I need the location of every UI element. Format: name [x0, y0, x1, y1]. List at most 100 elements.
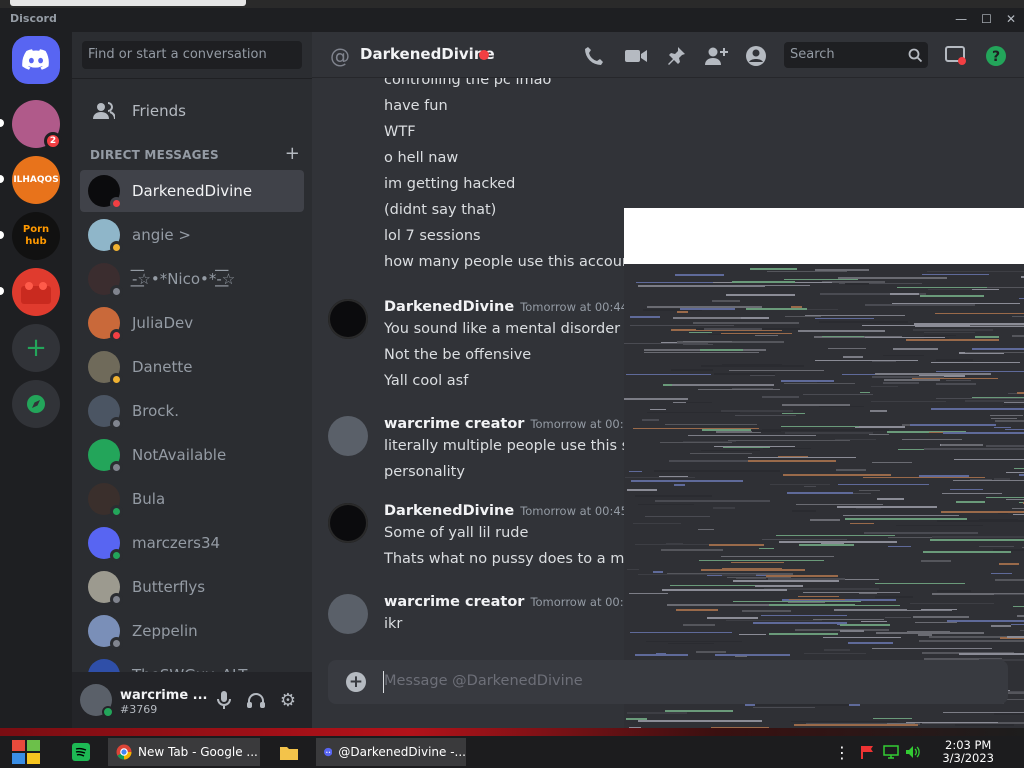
message-avatar[interactable] — [328, 299, 368, 339]
dm-item[interactable]: Butterflys — [80, 566, 304, 608]
dm-item[interactable]: Zeppelin — [80, 610, 304, 652]
status-offline-icon — [110, 637, 123, 650]
spotify-taskbar-icon[interactable] — [66, 738, 96, 766]
pinned-messages-icon[interactable] — [664, 44, 688, 68]
more-icon[interactable]: ⋮ — [834, 738, 850, 766]
dm-avatar — [88, 439, 123, 474]
author-name: warcrime creator — [384, 416, 525, 432]
dnd-status-icon — [479, 50, 489, 60]
server-icon-2[interactable]: ILHAQOS — [12, 156, 60, 204]
header-search-input[interactable]: Search — [784, 42, 928, 68]
status-offline-icon — [110, 461, 123, 474]
add-friends-icon[interactable] — [704, 44, 728, 68]
dm-name: Danette — [132, 358, 193, 376]
dm-name: -͟͟͞͞☆•*Nico•*-͟͟͞͞☆ — [132, 270, 236, 288]
dm-item[interactable]: DarkenedDivine — [80, 170, 304, 212]
message-avatar[interactable] — [328, 416, 368, 456]
message-timestamp: Tomorrow at 00:45 — [530, 595, 639, 609]
dm-name: marczers34 — [132, 534, 221, 552]
dm-name: Butterflys — [132, 578, 206, 596]
svg-text:?: ? — [992, 49, 1000, 65]
user-panel: warcrime ... #3769 ⚙ — [72, 672, 312, 728]
dm-avatar — [88, 307, 123, 342]
dm-name: DarkenedDivine — [132, 182, 253, 200]
chrome-icon — [116, 744, 132, 760]
dm-item[interactable]: Brock. — [80, 390, 304, 432]
friends-nav-item[interactable]: Friends — [80, 90, 304, 132]
brick-icon — [21, 282, 51, 304]
dm-item[interactable]: NotAvailable — [80, 434, 304, 476]
message-text: im getting hacked — [384, 176, 516, 192]
message-text: (didnt say that) — [384, 202, 497, 218]
dm-item[interactable]: TheSWGuy_ALT — [80, 654, 304, 674]
volume-icon[interactable] — [904, 738, 922, 766]
message-text: Not the be offensive — [384, 347, 532, 363]
video-call-icon[interactable] — [624, 44, 648, 68]
voice-call-icon[interactable] — [582, 44, 606, 68]
flag-icon[interactable] — [858, 738, 876, 766]
system-clock[interactable]: 2:03 PM 3/3/2023 — [942, 739, 994, 765]
user-profile-icon[interactable] — [744, 44, 768, 68]
message-author[interactable]: DarkenedDivine Tomorrow at 00:44 — [384, 299, 628, 315]
microphone-icon[interactable] — [214, 690, 234, 710]
help-icon[interactable]: ? — [984, 44, 1008, 68]
message-input-bar[interactable]: + Message @DarkenedDivine — [328, 660, 1008, 704]
message-author[interactable]: DarkenedDivine Tomorrow at 00:45 — [384, 503, 628, 519]
file-explorer-icon[interactable] — [276, 738, 302, 766]
server-badge: 2 — [44, 132, 62, 150]
taskbar-discord[interactable]: @DarkenedDivine -... — [316, 738, 466, 766]
dm-avatar — [88, 263, 123, 298]
message-avatar[interactable] — [328, 594, 368, 634]
network-icon[interactable] — [882, 738, 900, 766]
message-text: have fun — [384, 98, 448, 114]
message-text: personality — [384, 464, 465, 480]
headphones-icon[interactable] — [246, 690, 266, 710]
message-author[interactable]: warcrime creator Tomorrow at 00:44 — [384, 416, 638, 432]
explore-button[interactable] — [12, 380, 60, 428]
attach-plus-icon[interactable]: + — [346, 672, 366, 692]
at-icon: @ — [330, 44, 350, 68]
start-button[interactable] — [8, 738, 44, 766]
message-text: WTF — [384, 124, 416, 140]
taskbar: New Tab - Google ... @DarkenedDivine -..… — [0, 736, 1024, 768]
server-icon-1[interactable]: 2 — [12, 100, 62, 150]
message-timestamp: Tomorrow at 00:44 — [520, 300, 628, 314]
message-avatar[interactable] — [328, 503, 368, 543]
server-icon-3[interactable]: Porn hub — [12, 212, 60, 260]
message-timestamp: Tomorrow at 00:44 — [530, 417, 639, 431]
dm-name: angie > — [132, 226, 191, 244]
direct-messages-header: DIRECT MESSAGES + — [90, 143, 300, 164]
compass-icon — [27, 395, 45, 413]
dm-avatar — [88, 615, 123, 650]
settings-gear-icon[interactable]: ⚙ — [278, 690, 298, 711]
dm-item[interactable]: -͟͟͞͞☆•*Nico•*-͟͟͞͞☆ — [80, 258, 304, 300]
user-status — [102, 706, 114, 718]
close-icon[interactable]: ✕ — [1006, 12, 1016, 26]
maximize-icon[interactable]: ☐ — [981, 12, 992, 26]
create-dm-icon[interactable]: + — [285, 143, 300, 164]
dm-avatar — [88, 395, 123, 430]
status-dnd-icon — [110, 329, 123, 342]
add-server-button[interactable]: + — [12, 324, 60, 372]
server-icon-4[interactable] — [12, 268, 60, 316]
minimize-icon[interactable]: — — [955, 12, 967, 26]
find-conversation-input[interactable]: Find or start a conversation — [82, 41, 302, 69]
message-author[interactable]: warcrime creator Tomorrow at 00:45 — [384, 594, 638, 610]
discord-logo-icon — [22, 49, 49, 70]
message-input[interactable]: Message @DarkenedDivine — [384, 673, 583, 689]
dm-item[interactable]: angie > — [80, 214, 304, 256]
message-text: Thats what no pussy does to a man — [384, 551, 643, 567]
dm-avatar — [88, 351, 123, 386]
window-controls: — ☐ ✕ — [955, 12, 1016, 26]
status-offline-icon — [110, 593, 123, 606]
inbox-icon[interactable] — [944, 44, 968, 68]
dm-avatar — [88, 219, 123, 254]
dm-item[interactable]: Bula — [80, 478, 304, 520]
dm-item[interactable]: Danette — [80, 346, 304, 388]
taskbar-chrome[interactable]: New Tab - Google ... — [108, 738, 260, 766]
dm-item[interactable]: marczers34 — [80, 522, 304, 564]
dm-name: Brock. — [132, 402, 180, 420]
dm-item[interactable]: JuliaDev — [80, 302, 304, 344]
home-button[interactable] — [12, 36, 60, 84]
server-rail: 2 ILHAQOS Porn hub + — [0, 32, 72, 728]
